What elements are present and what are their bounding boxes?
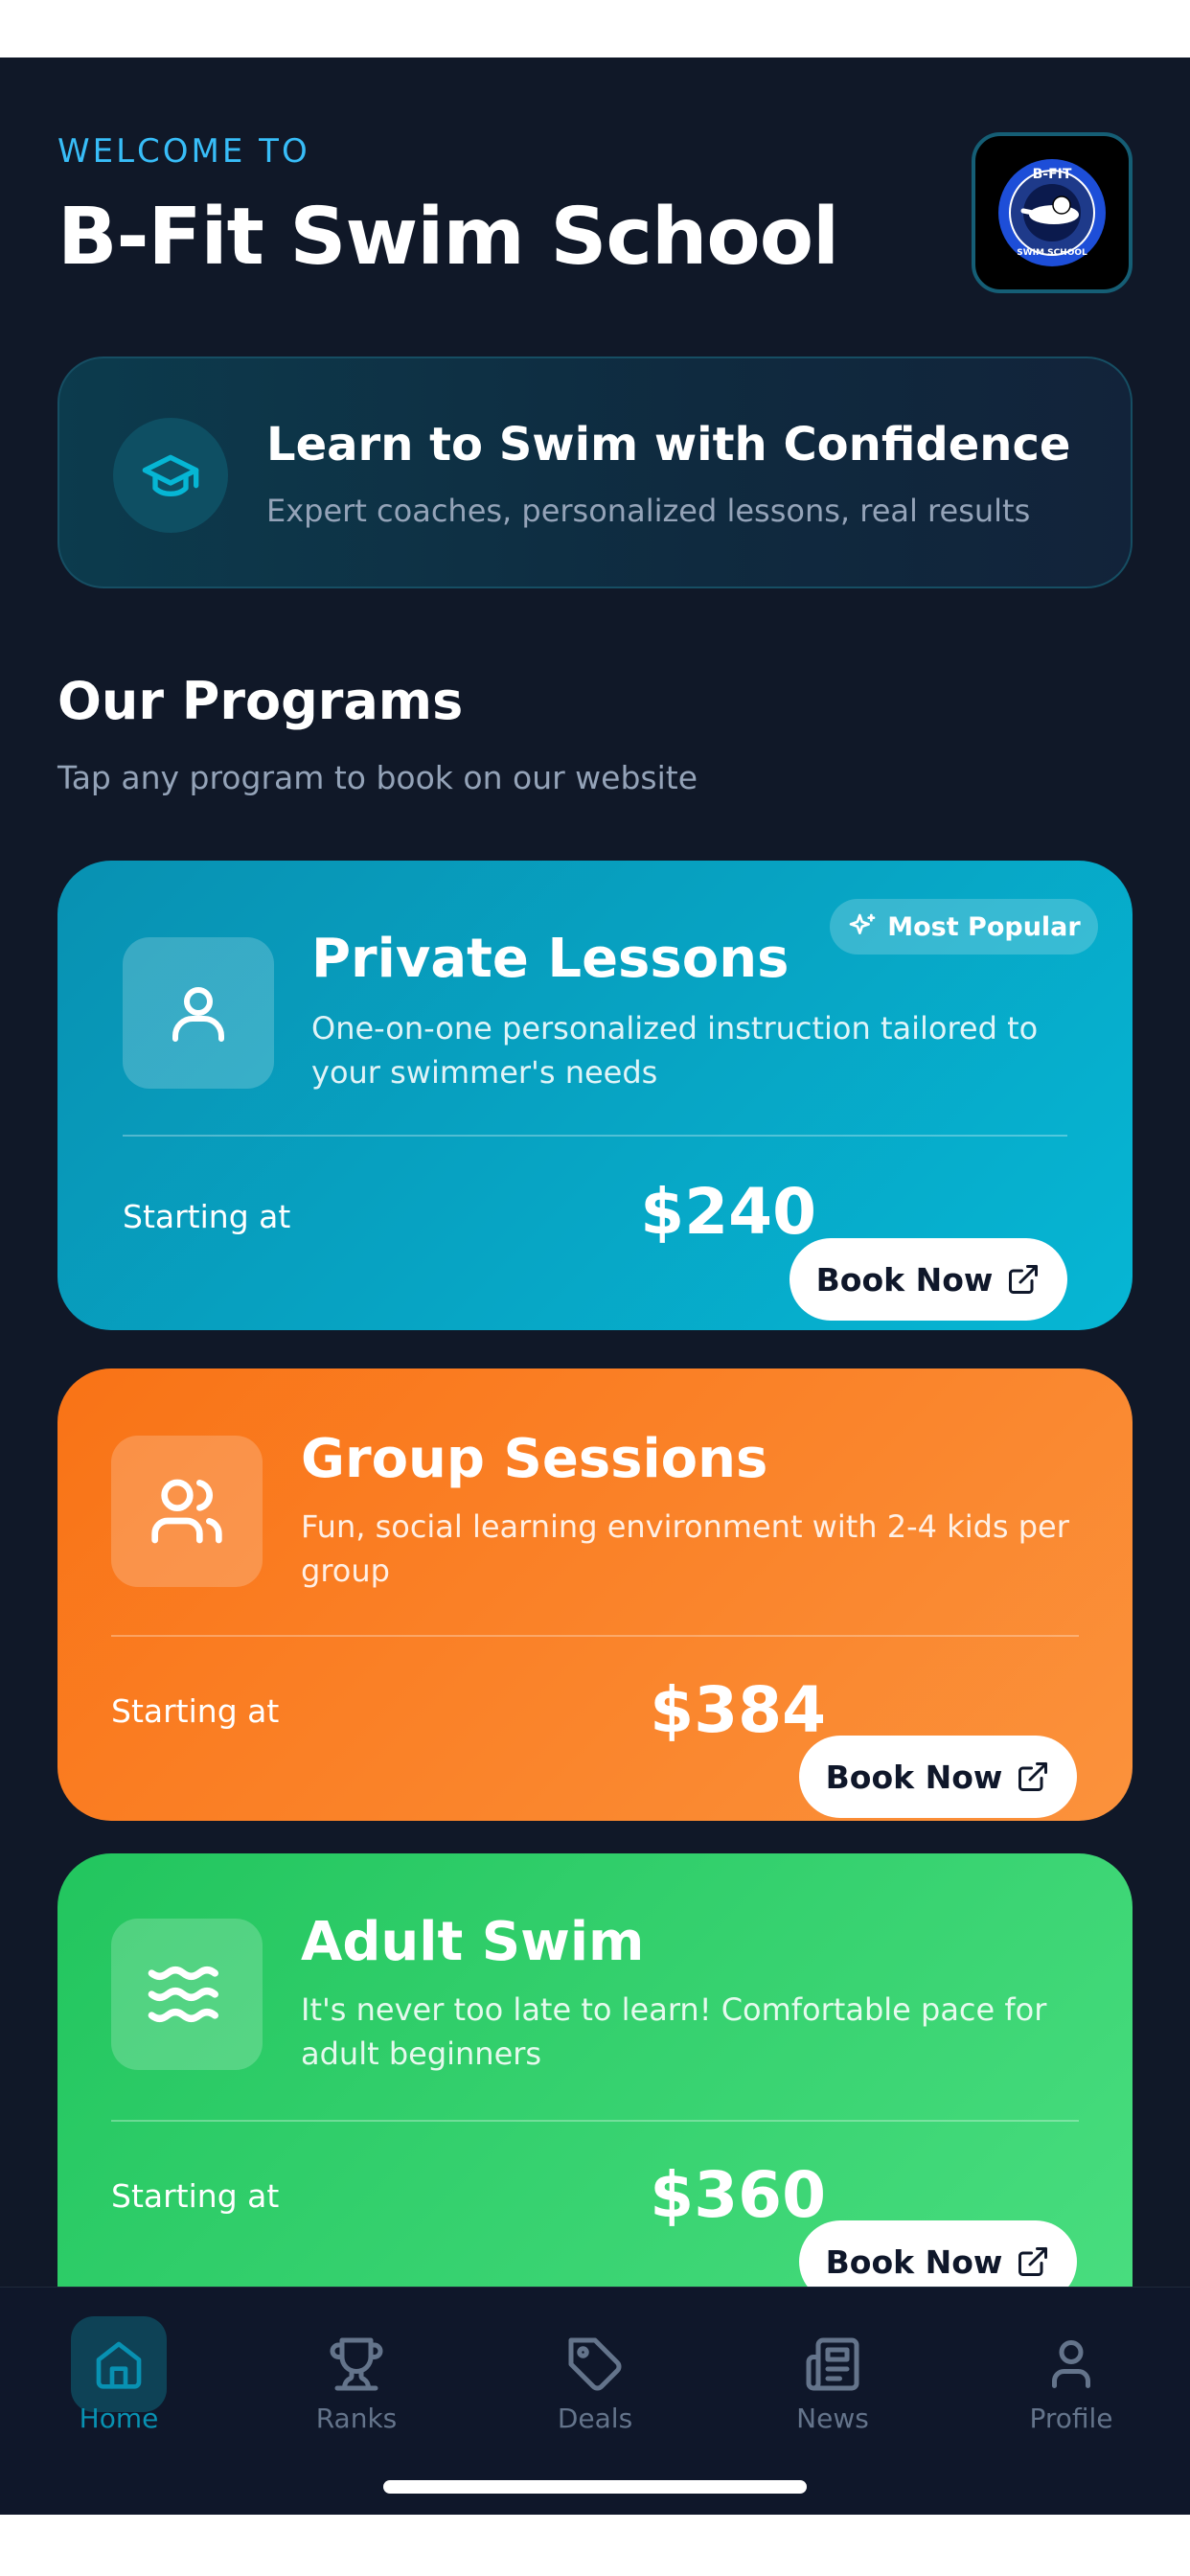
card-divider xyxy=(111,1635,1079,1637)
banner-title: Learn to Swim with Confidence xyxy=(266,418,1071,472)
logo-bottom-text: SWIM SCHOOL xyxy=(1017,248,1087,258)
nav-label-profile: Profile xyxy=(1029,2403,1113,2434)
program-title: Group Sessions xyxy=(301,1428,768,1490)
tag-icon xyxy=(547,2316,643,2412)
logo-top-text: B-FIT xyxy=(1033,167,1072,182)
program-price: $360 xyxy=(650,2158,826,2232)
external-link-icon xyxy=(1018,1762,1048,1791)
swimmer-logo-icon: B-FIT SWIM SCHOOL xyxy=(998,159,1106,266)
starting-at-label: Starting at xyxy=(111,2177,280,2215)
app-screen: WELCOME TO B-Fit Swim School B-FIT SWIM … xyxy=(0,58,1190,2515)
starting-at-label: Starting at xyxy=(123,1198,291,1235)
program-description-line2: adult beginners xyxy=(301,2036,542,2072)
program-description-line1: It's never too late to learn! Comfortabl… xyxy=(301,1991,1047,2028)
program-card-adult-swim[interactable]: Adult Swim It's never too late to learn!… xyxy=(57,1853,1133,2352)
program-price: $384 xyxy=(650,1673,826,1747)
nav-item-home[interactable]: Home xyxy=(23,2316,215,2460)
external-link-icon xyxy=(1018,2247,1048,2276)
program-description: Fun, social learning environment with 2-… xyxy=(301,1505,1087,1593)
banner-subtitle: Expert coaches, personalized lessons, re… xyxy=(266,493,1031,529)
card-divider xyxy=(123,1135,1067,1137)
newspaper-icon xyxy=(785,2316,881,2412)
home-indicator[interactable] xyxy=(383,2480,807,2494)
program-price: $240 xyxy=(640,1175,816,1249)
program-description-line2: your swimmer's needs xyxy=(311,1054,658,1091)
program-card-group-sessions[interactable]: Group Sessions Fun, social learning envi… xyxy=(57,1368,1133,1821)
user-icon xyxy=(123,937,274,1089)
programs-title: Our Programs xyxy=(57,671,464,731)
program-description: It's never too late to learn! Comfortabl… xyxy=(301,1988,1087,2076)
home-icon xyxy=(71,2316,167,2412)
external-link-icon xyxy=(1009,1265,1039,1294)
book-now-label: Book Now xyxy=(815,1260,994,1299)
nav-item-profile[interactable]: Profile xyxy=(975,2316,1167,2460)
program-description: One-on-one personalized instruction tail… xyxy=(311,1006,1078,1094)
book-now-label: Book Now xyxy=(825,2242,1003,2281)
graduation-cap-icon xyxy=(113,418,228,533)
badge-label: Most Popular xyxy=(887,911,1081,942)
book-now-label: Book Now xyxy=(825,1758,1003,1796)
program-title: Adult Swim xyxy=(301,1911,645,1973)
trophy-icon xyxy=(309,2316,404,2412)
starting-at-label: Starting at xyxy=(111,1692,280,1730)
book-now-button[interactable]: Book Now xyxy=(790,1238,1067,1321)
most-popular-badge: Most Popular xyxy=(830,899,1098,954)
page-title: B-Fit Swim School xyxy=(57,192,839,283)
school-logo: B-FIT SWIM SCHOOL xyxy=(972,132,1133,293)
nav-label-news: News xyxy=(796,2403,869,2434)
nav-label-deals: Deals xyxy=(557,2403,633,2434)
nav-item-news[interactable]: News xyxy=(737,2316,928,2460)
program-card-private-lessons[interactable]: Most Popular Private Lessons One-on-one … xyxy=(57,861,1133,1330)
profile-icon xyxy=(1023,2316,1119,2412)
programs-subtitle: Tap any program to book on our website xyxy=(57,759,698,796)
nav-item-ranks[interactable]: Ranks xyxy=(261,2316,452,2460)
nav-item-deals[interactable]: Deals xyxy=(499,2316,691,2460)
card-divider xyxy=(111,2120,1079,2122)
users-icon xyxy=(111,1436,263,1587)
sparkles-icon xyxy=(849,913,876,934)
waves-icon xyxy=(111,1919,263,2070)
intro-banner: Learn to Swim with Confidence Expert coa… xyxy=(57,356,1133,588)
book-now-button[interactable]: Book Now xyxy=(799,1736,1077,1818)
program-description-line1: One-on-one personalized instruction tail… xyxy=(311,1010,1039,1046)
program-title: Private Lessons xyxy=(311,928,790,990)
program-description-line2: group xyxy=(301,1552,390,1589)
welcome-label: WELCOME TO xyxy=(57,132,310,171)
nav-label-ranks: Ranks xyxy=(315,2403,398,2434)
program-description-line1: Fun, social learning environment with 2-… xyxy=(301,1508,1069,1545)
nav-label-home: Home xyxy=(79,2403,159,2434)
